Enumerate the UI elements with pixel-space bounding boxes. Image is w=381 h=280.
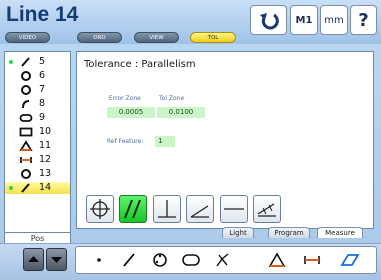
m1-button[interactable]: M1 bbox=[290, 5, 318, 35]
skew-icon[interactable] bbox=[340, 247, 360, 273]
feature-number: 6 bbox=[39, 70, 46, 81]
runout-icon bbox=[257, 203, 276, 217]
feature-number: 5 bbox=[39, 56, 46, 67]
line-icon bbox=[21, 183, 30, 193]
feature-number: 7 bbox=[39, 84, 46, 95]
tol-zone-label: Tol Zone bbox=[159, 95, 185, 102]
circle-icon bbox=[21, 71, 31, 81]
dro-mode-button[interactable]: DRO bbox=[77, 32, 122, 43]
straightness-icon bbox=[224, 208, 244, 210]
feature-number: 13 bbox=[39, 168, 52, 179]
straightness-tol-button[interactable] bbox=[220, 195, 248, 223]
runout-tol-button[interactable] bbox=[253, 195, 281, 223]
scroll-down-button[interactable] bbox=[46, 248, 67, 271]
help-button[interactable]: ? bbox=[350, 5, 377, 35]
error-zone-label: Error Zone bbox=[109, 95, 141, 102]
feature-number: 8 bbox=[39, 98, 46, 109]
slot-icon[interactable] bbox=[181, 247, 201, 273]
feature-row[interactable]: 10 bbox=[5, 126, 70, 138]
feature-row[interactable]: 6 bbox=[5, 70, 70, 82]
distance-icon[interactable] bbox=[302, 247, 322, 273]
point-icon[interactable] bbox=[89, 247, 109, 273]
position-icon bbox=[90, 199, 110, 219]
feature-row[interactable]: 5 bbox=[5, 56, 70, 68]
angle-icon bbox=[19, 140, 33, 151]
undo-button[interactable] bbox=[250, 5, 287, 35]
distance-icon bbox=[20, 157, 32, 163]
feature-row[interactable]: 13 bbox=[5, 168, 70, 180]
feature-number: 14 bbox=[39, 182, 52, 193]
measure-feature-bar bbox=[75, 246, 377, 274]
tol-mode-button[interactable]: TOL bbox=[190, 32, 236, 43]
circle-icon bbox=[21, 85, 31, 95]
tolerance-panel: Tolerance : Parallelism Error Zone Tol Z… bbox=[76, 51, 374, 229]
blob-icon[interactable] bbox=[213, 247, 233, 273]
scroll-up-button[interactable] bbox=[23, 248, 44, 271]
angularity-tol-button[interactable] bbox=[186, 195, 214, 223]
help-label: ? bbox=[358, 9, 369, 31]
ref-feature-label: Ref Feature: bbox=[107, 138, 144, 145]
line-icon[interactable] bbox=[119, 247, 139, 273]
tab-measure[interactable]: Measure bbox=[317, 227, 363, 238]
undo-arrow-icon bbox=[259, 13, 279, 30]
feature-row[interactable]: 9 bbox=[5, 112, 70, 124]
line-icon bbox=[21, 57, 30, 67]
feature-row-selected[interactable]: 14 bbox=[5, 182, 70, 194]
units-button[interactable]: mm bbox=[320, 5, 348, 35]
tol-zone-field[interactable]: 0.0100 bbox=[157, 107, 205, 118]
parallelism-tol-button[interactable] bbox=[119, 195, 147, 223]
active-dot bbox=[9, 60, 13, 64]
ref-feature-field[interactable]: 1 bbox=[155, 136, 175, 147]
m1-label: M1 bbox=[295, 14, 313, 26]
arc-icon bbox=[22, 100, 30, 109]
feature-row[interactable]: 8 bbox=[5, 98, 70, 110]
active-dot bbox=[9, 186, 13, 190]
tolerance-title: Tolerance : Parallelism bbox=[84, 59, 196, 70]
feature-row[interactable]: 12 bbox=[5, 154, 70, 166]
feature-list[interactable]: 5 6 7 8 9 10 11 12 13 14 bbox=[4, 51, 71, 233]
circle-icon bbox=[21, 169, 31, 179]
slot-icon bbox=[19, 114, 33, 122]
header-bar: Line 14 VIDEO DRO VIEW TOL M1 mm ? bbox=[0, 0, 381, 44]
perpendicularity-icon bbox=[158, 200, 176, 218]
feature-number: 9 bbox=[39, 112, 46, 123]
arrow-up-icon bbox=[28, 256, 39, 262]
feature-number: 11 bbox=[39, 140, 52, 151]
rectangle-icon bbox=[19, 127, 33, 137]
angle-icon[interactable] bbox=[267, 247, 287, 273]
error-zone-value: 0.0005 bbox=[107, 107, 155, 118]
circle-icon[interactable] bbox=[150, 247, 170, 273]
feature-row[interactable]: 11 bbox=[5, 140, 70, 152]
parallelism-icon bbox=[124, 199, 141, 219]
angularity-icon bbox=[190, 205, 209, 218]
video-mode-button[interactable]: VIDEO bbox=[5, 32, 50, 43]
page-title: Line 14 bbox=[6, 3, 79, 26]
feature-number: 12 bbox=[39, 154, 52, 165]
units-label: mm bbox=[324, 14, 344, 26]
position-tol-button[interactable] bbox=[86, 195, 114, 223]
feature-number: 10 bbox=[39, 126, 52, 137]
app-window: Line 14 VIDEO DRO VIEW TOL M1 mm ? 5 6 7… bbox=[0, 0, 381, 280]
perpendicularity-tol-button[interactable] bbox=[153, 195, 181, 223]
tab-light[interactable]: Light bbox=[222, 227, 254, 238]
view-mode-button[interactable]: VIEW bbox=[134, 32, 179, 43]
feature-row[interactable]: 7 bbox=[5, 84, 70, 96]
arrow-down-icon bbox=[51, 257, 62, 263]
tab-program[interactable]: Program bbox=[268, 227, 310, 238]
